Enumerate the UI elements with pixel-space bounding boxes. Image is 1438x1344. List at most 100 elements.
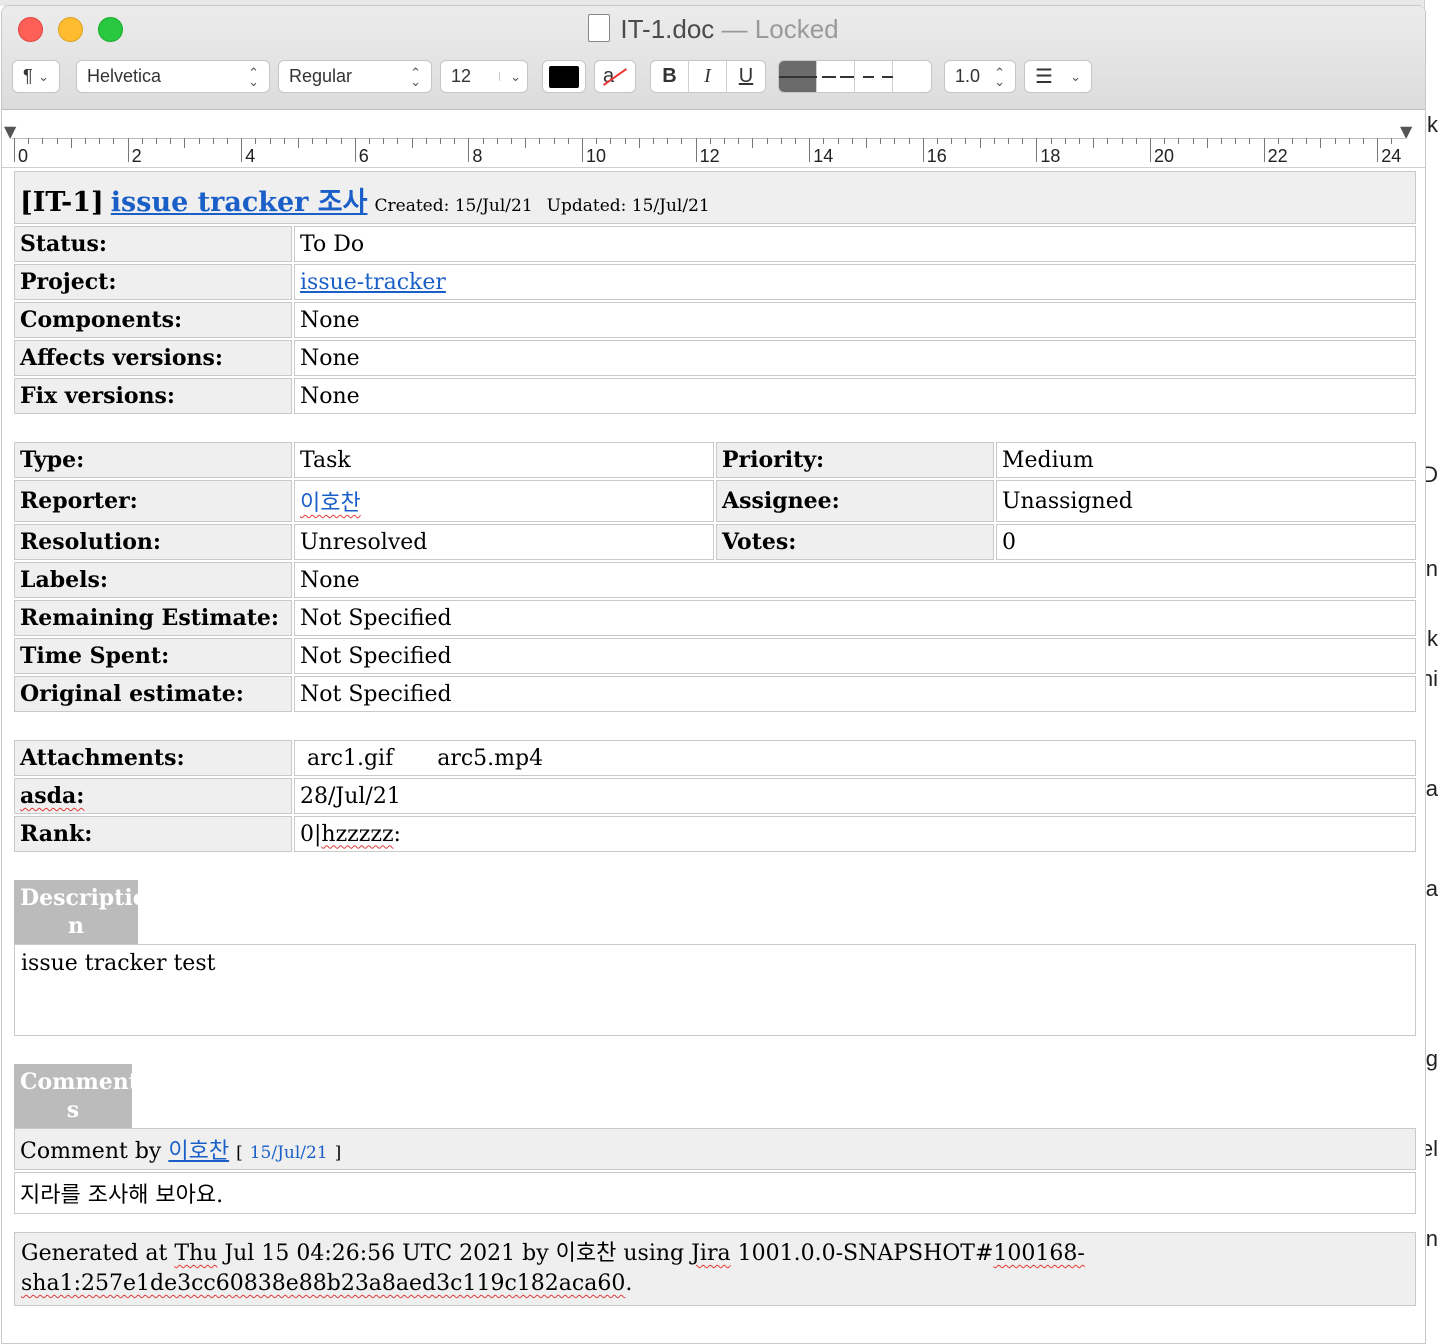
attachments-value: arc1.gif arc5.mp4 [294, 740, 1416, 776]
ruler-tick [1022, 138, 1024, 144]
ruler-tick [212, 138, 214, 144]
font-style-value: Regular [289, 66, 353, 86]
ruler-number: 6 [358, 146, 369, 166]
underline-button[interactable]: U [727, 61, 765, 92]
attachments-label: Attachments: [14, 740, 292, 776]
list-style-popup[interactable]: ☰ ⌄ [1024, 60, 1092, 93]
attachment-link[interactable]: arc1.gif [307, 746, 393, 771]
ruler-tick [653, 138, 654, 144]
issue-title-link[interactable]: issue tracker 조사 [111, 187, 368, 218]
table-row: Affects versions: None [14, 340, 1416, 376]
ruler-tick [1135, 138, 1137, 144]
ruler-number: 2 [131, 146, 142, 166]
ruler-number: 20 [1154, 146, 1175, 166]
affects-versions-label: Affects versions: [14, 340, 292, 376]
ruler-tick [14, 138, 15, 162]
window-title: IT-1.doc — Locked [2, 14, 1425, 45]
ruler-tick [894, 138, 896, 144]
ruler-tick [113, 138, 115, 144]
ruler-tick [582, 138, 583, 162]
table-row: Reporter: 이호찬 Assignee: Unassigned [14, 480, 1416, 522]
project-link[interactable]: issue-tracker [300, 270, 446, 295]
table-row: Status: To Do [14, 226, 1416, 262]
ruler-tick [227, 138, 228, 144]
ruler-tick [922, 138, 924, 162]
labels-label: Labels: [14, 562, 292, 598]
bold-button[interactable]: B [651, 61, 689, 92]
ruler-tick [1150, 138, 1151, 162]
align-center-button[interactable] [817, 61, 855, 92]
ruler-tick [1334, 138, 1336, 144]
ruler-tick [738, 138, 740, 144]
ruler-number: 8 [472, 146, 483, 166]
project-value: issue-tracker [294, 264, 1416, 300]
remaining-estimate-label: Remaining Estimate: [14, 600, 292, 636]
highlight-color-well[interactable]: a [594, 60, 636, 93]
document-body[interactable]: [IT-1] issue tracker 조사 Created: 15/Jul/… [12, 169, 1416, 1306]
votes-label: Votes: [716, 524, 994, 560]
ruler-tick [312, 138, 314, 144]
table-row: Fix versions: None [14, 378, 1416, 414]
ruler[interactable]: ▼ ▼ 0 2 4 6 8 10 12 14 16 18 20 22 24 [2, 110, 1425, 168]
table-row: 지라를 조사해 보아요. [14, 1172, 1416, 1214]
priority-label: Priority: [716, 442, 994, 478]
issue-key: [IT-1] [20, 187, 104, 218]
ruler-tick [1235, 138, 1237, 144]
ruler-number: 4 [245, 146, 256, 166]
align-left-button[interactable] [779, 61, 817, 92]
footer-text: 100168- [993, 1241, 1085, 1266]
table-row: asda: 28/Jul/21 [14, 778, 1416, 814]
issue-created: Created: 15/Jul/21 [374, 196, 533, 216]
ruler-tick [1079, 138, 1080, 144]
rank-value: 0|hzzzzz: [294, 816, 1416, 852]
comment-date: 15/Jul/21 [249, 1143, 328, 1163]
comment-body: 지라를 조사해 보아요. [14, 1172, 1416, 1214]
ruler-tick [56, 138, 58, 144]
ruler-tick [1192, 138, 1194, 144]
ruler-tick [866, 138, 867, 148]
font-style-popup[interactable]: Regular ⌃ ⌄ [278, 60, 432, 93]
table-row: Components: None [14, 302, 1416, 338]
textedit-window: IT-1.doc — Locked ¶ ⌄ Helvetica ⌃ ⌄ Regul… [1, 5, 1426, 1344]
attachment-link[interactable]: arc5.mp4 [437, 746, 543, 771]
align-right-button[interactable] [855, 61, 893, 92]
comments-heading-line1: Comment [20, 1069, 139, 1095]
table-row: Rank: 0|hzzzzz: [14, 816, 1416, 852]
asda-label: asda: [14, 778, 292, 814]
up-down-arrows-icon: ⌃ ⌄ [248, 64, 259, 89]
table-row: Original estimate: Not Specified [14, 676, 1416, 712]
ruler-tick [241, 138, 243, 162]
description-section: Descriptio n issue tracker test [14, 880, 1416, 1036]
italic-button[interactable]: I [689, 61, 727, 92]
ruler-tick [454, 138, 456, 144]
table-row: Attachments: arc1.gif arc5.mp4 [14, 740, 1416, 776]
ruler-tick [780, 138, 782, 144]
ruler-tick [567, 138, 569, 144]
alignment-buttons [778, 60, 932, 93]
ruler-tick [880, 138, 882, 144]
ruler-tick [681, 138, 683, 144]
ruler-tick [908, 138, 910, 144]
font-family-popup[interactable]: Helvetica ⌃ ⌄ [76, 60, 270, 93]
ruler-tick [354, 138, 356, 162]
ruler-tick [1277, 138, 1279, 144]
font-size-combo[interactable]: 12 ⌄ [440, 60, 528, 93]
justify-button[interactable] [893, 61, 931, 92]
components-value: None [294, 302, 1416, 338]
comment-bracket-close: ] [334, 1143, 342, 1163]
footer-text: Jul 15 04:26:56 UTC 2021 by 이호찬 using [217, 1241, 692, 1266]
ruler-tick [837, 138, 839, 144]
comments-heading: Comment s [14, 1064, 139, 1128]
reporter-link[interactable]: 이호찬 [300, 491, 361, 516]
fix-versions-value: None [294, 378, 1416, 414]
comment-author-link[interactable]: 이호찬 [168, 1139, 229, 1164]
paragraph-style-popup[interactable]: ¶ ⌄ [12, 60, 60, 93]
text-color-well[interactable] [542, 60, 586, 93]
ruler-tick [85, 138, 86, 144]
line-spacing-popup[interactable]: 1.0 ⌃ ⌄ [944, 60, 1016, 93]
ruler-tick [70, 138, 72, 148]
window-filename: IT-1.doc [620, 14, 715, 44]
table-row: Comment by 이호찬 [ 15/Jul/21 ] [14, 1128, 1416, 1170]
